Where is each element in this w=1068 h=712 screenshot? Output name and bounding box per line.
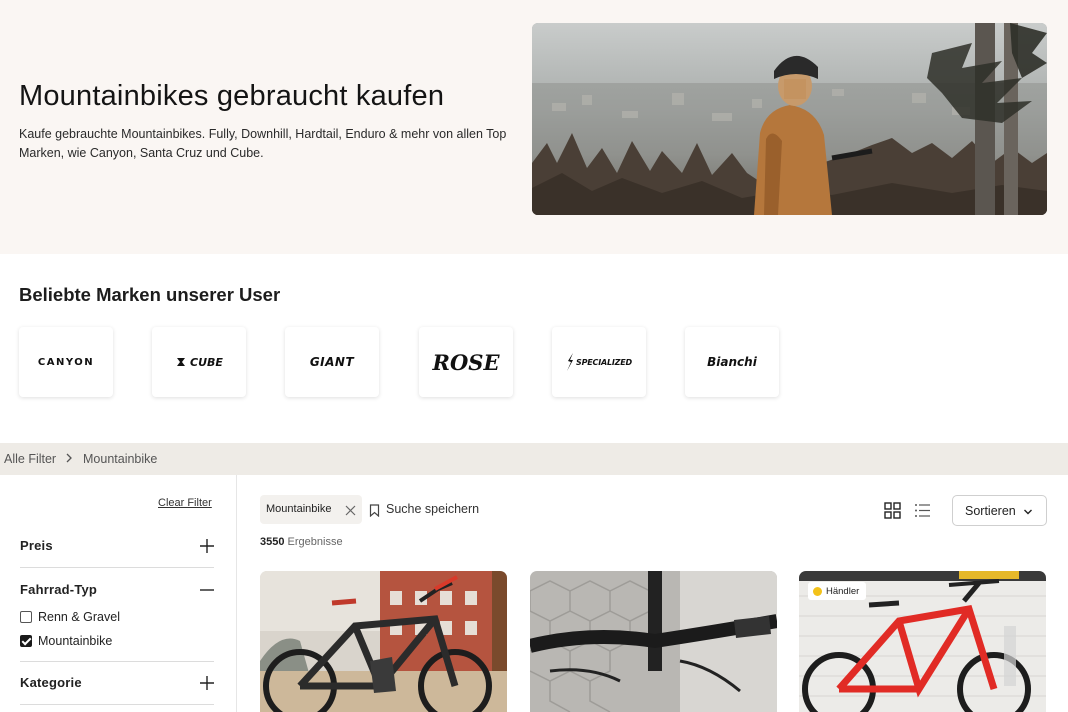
brand-card-canyon[interactable]: CANYON [19, 327, 113, 397]
bookmark-icon [369, 504, 380, 522]
filter-sidebar: Clear Filter Preis Fahrrad-Typ Renn & Gr… [0, 475, 237, 712]
filter-bike-type[interactable]: Fahrrad-Typ [20, 579, 214, 601]
cube-mark-icon [177, 358, 186, 366]
page-title: Mountainbikes gebraucht kaufen [19, 80, 445, 112]
divider [20, 661, 214, 662]
filter-price-label: Preis [20, 538, 53, 553]
divider [20, 567, 214, 568]
checkbox-label: Renn & Gravel [38, 610, 120, 624]
brand-card-specialized[interactable]: SPECIALIZED [552, 327, 646, 397]
save-search-label: Suche speichern [386, 502, 480, 516]
specialized-s-icon [567, 353, 574, 371]
chevron-down-icon [1023, 504, 1033, 522]
results-number: 3550 [260, 536, 285, 548]
chip-label: Mountainbike [266, 503, 332, 515]
minus-icon [200, 577, 214, 603]
checkbox-unchecked[interactable] [20, 611, 32, 623]
clear-filter-link[interactable]: Clear Filter [158, 497, 212, 509]
canyon-logo: CANYON [37, 356, 95, 368]
checkbox-label: Mountainbike [38, 634, 113, 648]
plus-icon [200, 670, 214, 696]
active-filter-chip: Mountainbike [260, 495, 362, 524]
product-image [260, 571, 507, 712]
filter-bike-type-label: Fahrrad-Typ [20, 582, 98, 597]
brand-card-cube[interactable]: CUBE [152, 327, 246, 397]
checkbox-checked[interactable] [20, 635, 32, 647]
hero-section: Mountainbikes gebraucht kaufen Kaufe geb… [0, 0, 1068, 254]
brand-card-rose[interactable]: ROSE [419, 327, 513, 397]
product-card[interactable]: Händler [799, 571, 1046, 712]
bianchi-logo: Bianchi [707, 355, 757, 369]
results-label: Ergebnisse [287, 536, 343, 548]
list-view-icon[interactable] [914, 500, 934, 520]
product-card[interactable] [530, 571, 777, 712]
rose-logo: ROSE [432, 349, 500, 375]
brand-card-giant[interactable]: GIANT [285, 327, 379, 397]
breadcrumb: Alle Filter Mountainbike [0, 443, 1068, 475]
filter-price[interactable]: Preis [20, 535, 214, 557]
dealer-badge-label: Händler [826, 585, 860, 597]
product-card[interactable] [260, 571, 507, 712]
handshake-icon [813, 586, 822, 596]
results-count: 3550 Ergebnisse [260, 536, 343, 548]
plus-icon [200, 533, 214, 559]
filter-category[interactable]: Kategorie [20, 672, 214, 694]
specialized-logo: SPECIALIZED [566, 352, 632, 372]
sort-label: Sortieren [965, 504, 1016, 518]
breadcrumb-current: Mountainbike [83, 452, 158, 466]
chevron-right-icon [64, 452, 74, 467]
grid-view-icon[interactable] [884, 500, 904, 520]
sort-dropdown[interactable]: Sortieren [952, 495, 1047, 526]
close-icon[interactable] [345, 500, 356, 520]
dealer-badge: Händler [808, 582, 867, 600]
hero-subtitle: Kaufe gebrauchte Mountainbikes. Fully, D… [19, 127, 507, 160]
breadcrumb-all-filters[interactable]: Alle Filter [4, 452, 56, 466]
filter-category-label: Kategorie [20, 675, 82, 690]
brands-heading: Beliebte Marken unserer User [19, 284, 281, 305]
divider [20, 704, 214, 705]
hero-image [532, 23, 1047, 215]
brand-card-bianchi[interactable]: Bianchi [685, 327, 779, 397]
cube-logo: CUBE [175, 356, 223, 369]
giant-logo: GIANT [309, 355, 355, 369]
product-image [530, 571, 777, 712]
